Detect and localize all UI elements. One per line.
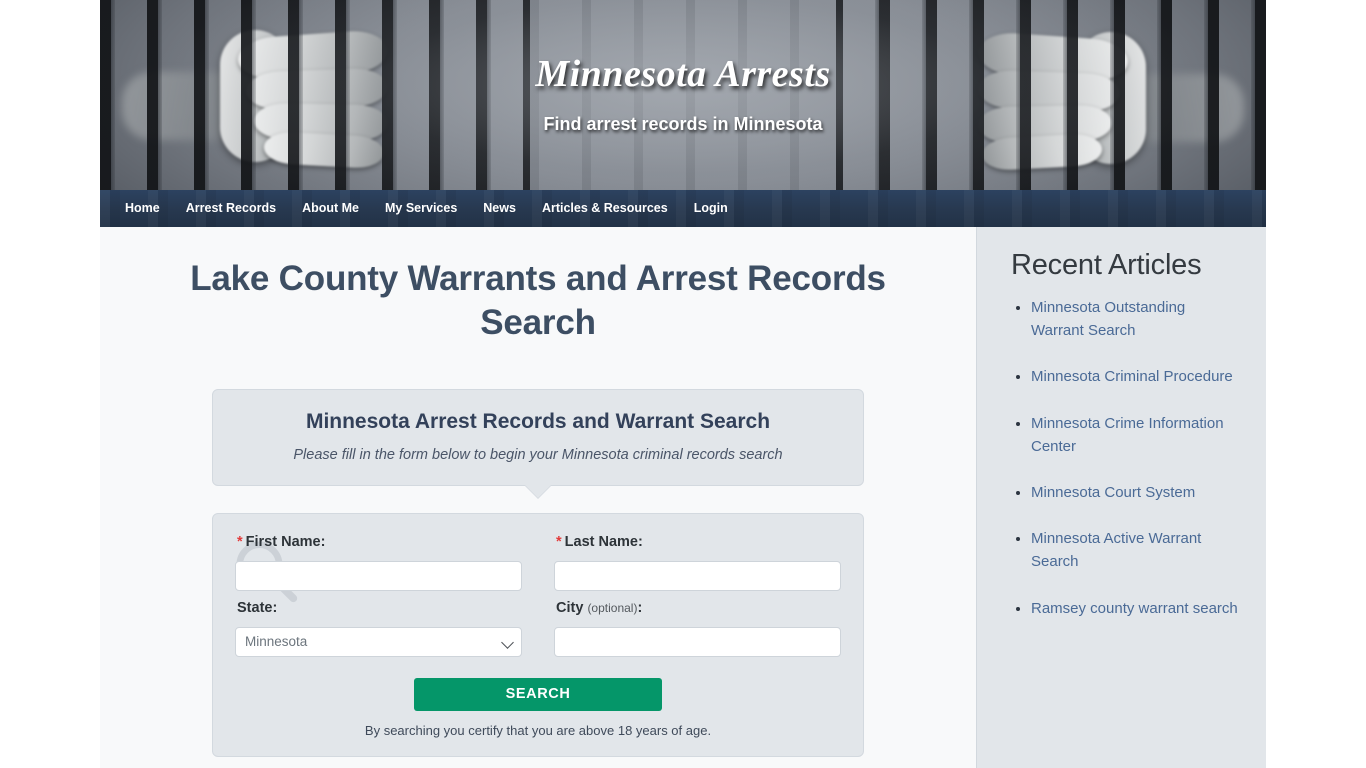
city-label: City (optional): — [556, 600, 841, 616]
last-name-field-group: * Last Name: — [554, 534, 841, 591]
sidebar-link-criminal-procedure[interactable]: Minnesota Criminal Procedure — [1031, 368, 1233, 385]
sidebar-link-ramsey-county-warrant-search[interactable]: Ramsey county warrant search — [1031, 600, 1238, 617]
city-label-suffix: : — [637, 599, 643, 616]
sidebar-link-active-warrant-search[interactable]: Minnesota Active Warrant Search — [1031, 530, 1201, 570]
sidebar-link-crime-information-center[interactable]: Minnesota Crime Information Center — [1031, 415, 1224, 455]
site-container: Minnesota Arrests Find arrest records in… — [100, 0, 1266, 768]
search-form-panel: * First Name: * Last Name: State: Minnes… — [212, 512, 864, 757]
main-content-column: Lake County Warrants and Arrest Records … — [100, 227, 976, 768]
first-name-field-group: * First Name: — [235, 534, 522, 591]
city-label-text: City — [556, 599, 584, 616]
site-title: Minnesota Arrests — [535, 53, 831, 95]
site-header-banner: Minnesota Arrests Find arrest records in… — [100, 0, 1266, 190]
city-optional-note: (optional) — [587, 600, 638, 615]
search-callout-box: Minnesota Arrest Records and Warrant Sea… — [212, 388, 864, 498]
callout-subtext: Please fill in the form below to begin y… — [293, 446, 783, 463]
callout-heading: Minnesota Arrest Records and Warrant Sea… — [305, 409, 771, 433]
search-button[interactable]: SEARCH — [414, 677, 662, 711]
body-row: Lake County Warrants and Arrest Records … — [100, 227, 1266, 768]
nav-item-about-me[interactable]: About Me — [289, 190, 372, 227]
required-asterisk: * — [237, 533, 243, 550]
nav-item-my-services[interactable]: My Services — [372, 190, 470, 227]
first-name-label-text: First Name: — [245, 533, 326, 550]
recent-articles-list: Minnesota Outstanding Warrant Search Min… — [1011, 296, 1240, 620]
city-field-group: City (optional): — [554, 600, 841, 657]
sidebar: Recent Articles Minnesota Outstanding Wa… — [976, 227, 1266, 768]
state-label: State: — [237, 599, 278, 616]
nav-item-home[interactable]: Home — [112, 190, 173, 227]
main-navigation: Home Arrest Records About Me My Services… — [100, 190, 1266, 227]
nav-item-articles-resources[interactable]: Articles & Resources — [529, 190, 681, 227]
last-name-label-text: Last Name: — [564, 533, 643, 550]
age-disclaimer-text: By searching you certify that you are ab… — [364, 722, 712, 738]
nav-item-news[interactable]: News — [470, 190, 529, 227]
first-name-label: * First Name: — [237, 534, 522, 550]
city-input[interactable] — [554, 626, 841, 657]
list-item: Minnesota Court System — [1031, 481, 1240, 504]
first-name-input[interactable] — [235, 560, 522, 591]
state-field-group: State: Minnesota — [235, 600, 522, 657]
list-item: Minnesota Crime Information Center — [1031, 412, 1240, 458]
required-asterisk: * — [556, 533, 562, 550]
nav-item-login[interactable]: Login — [681, 190, 741, 227]
site-tagline: Find arrest records in Minnesota — [543, 114, 823, 134]
nav-item-arrest-records[interactable]: Arrest Records — [173, 190, 289, 227]
state-select-wrapper: Minnesota — [235, 626, 522, 657]
list-item: Minnesota Criminal Procedure — [1031, 365, 1240, 388]
callout-wrapper: Minnesota Arrest Records and Warrant Sea… — [212, 388, 864, 498]
sidebar-link-court-system[interactable]: Minnesota Court System — [1031, 484, 1195, 501]
last-name-label: * Last Name: — [556, 534, 841, 550]
sidebar-link-outstanding-warrant-search[interactable]: Minnesota Outstanding Warrant Search — [1031, 299, 1185, 339]
list-item: Minnesota Outstanding Warrant Search — [1031, 296, 1240, 342]
submit-row: SEARCH — [235, 677, 841, 711]
callout-arrow-icon — [525, 484, 551, 498]
page-root: Minnesota Arrests Find arrest records in… — [0, 0, 1366, 768]
page-title: Lake County Warrants and Arrest Records … — [190, 259, 886, 343]
state-select[interactable]: Minnesota — [235, 626, 522, 657]
form-fields-grid: * First Name: * Last Name: State: Minnes… — [235, 534, 841, 666]
last-name-input[interactable] — [554, 560, 841, 591]
sidebar-heading: Recent Articles — [1011, 249, 1202, 281]
list-item: Minnesota Active Warrant Search — [1031, 527, 1240, 573]
banner-text-block: Minnesota Arrests Find arrest records in… — [100, 52, 1266, 135]
nav-list: Home Arrest Records About Me My Services… — [100, 190, 1266, 227]
list-item: Ramsey county warrant search — [1031, 597, 1240, 620]
